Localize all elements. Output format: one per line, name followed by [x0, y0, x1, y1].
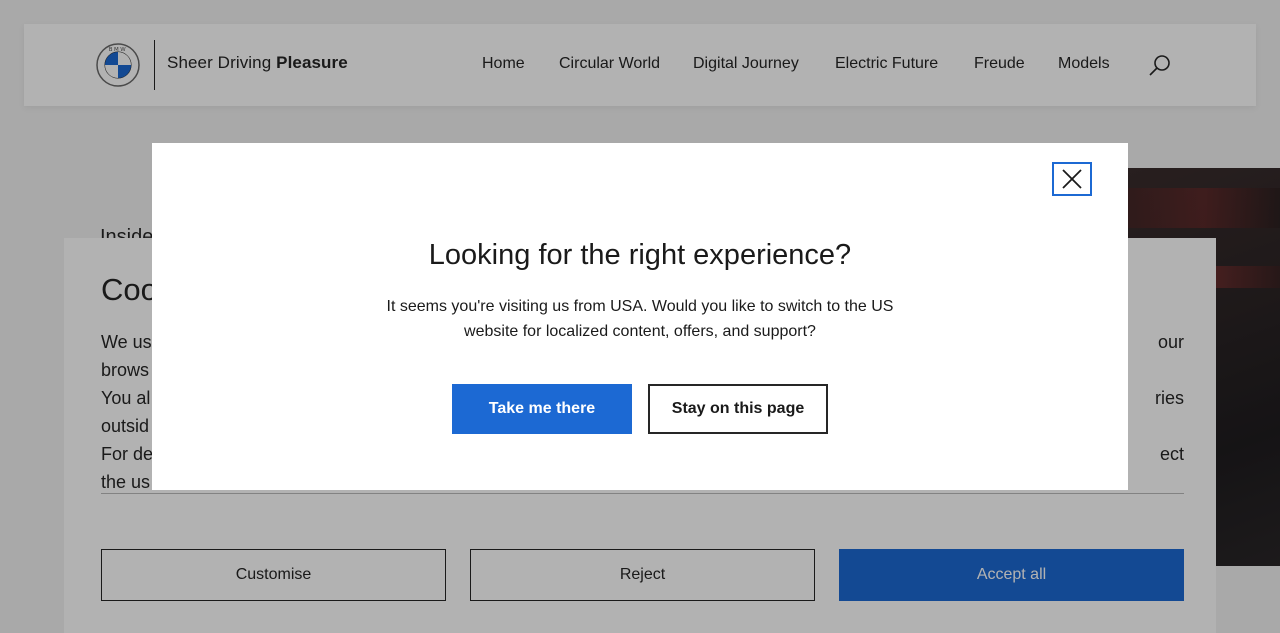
- modal-body: It seems you're visiting us from USA. Wo…: [386, 298, 894, 340]
- modal-title: Looking for the right experience?: [428, 239, 852, 271]
- close-button[interactable]: [1052, 162, 1092, 196]
- stay-on-page-button[interactable]: Stay on this page: [648, 384, 828, 434]
- region-redirect-modal: Looking for the right experience? It see…: [152, 143, 1128, 490]
- close-icon: [1062, 169, 1082, 189]
- take-me-there-button[interactable]: Take me there: [452, 384, 632, 434]
